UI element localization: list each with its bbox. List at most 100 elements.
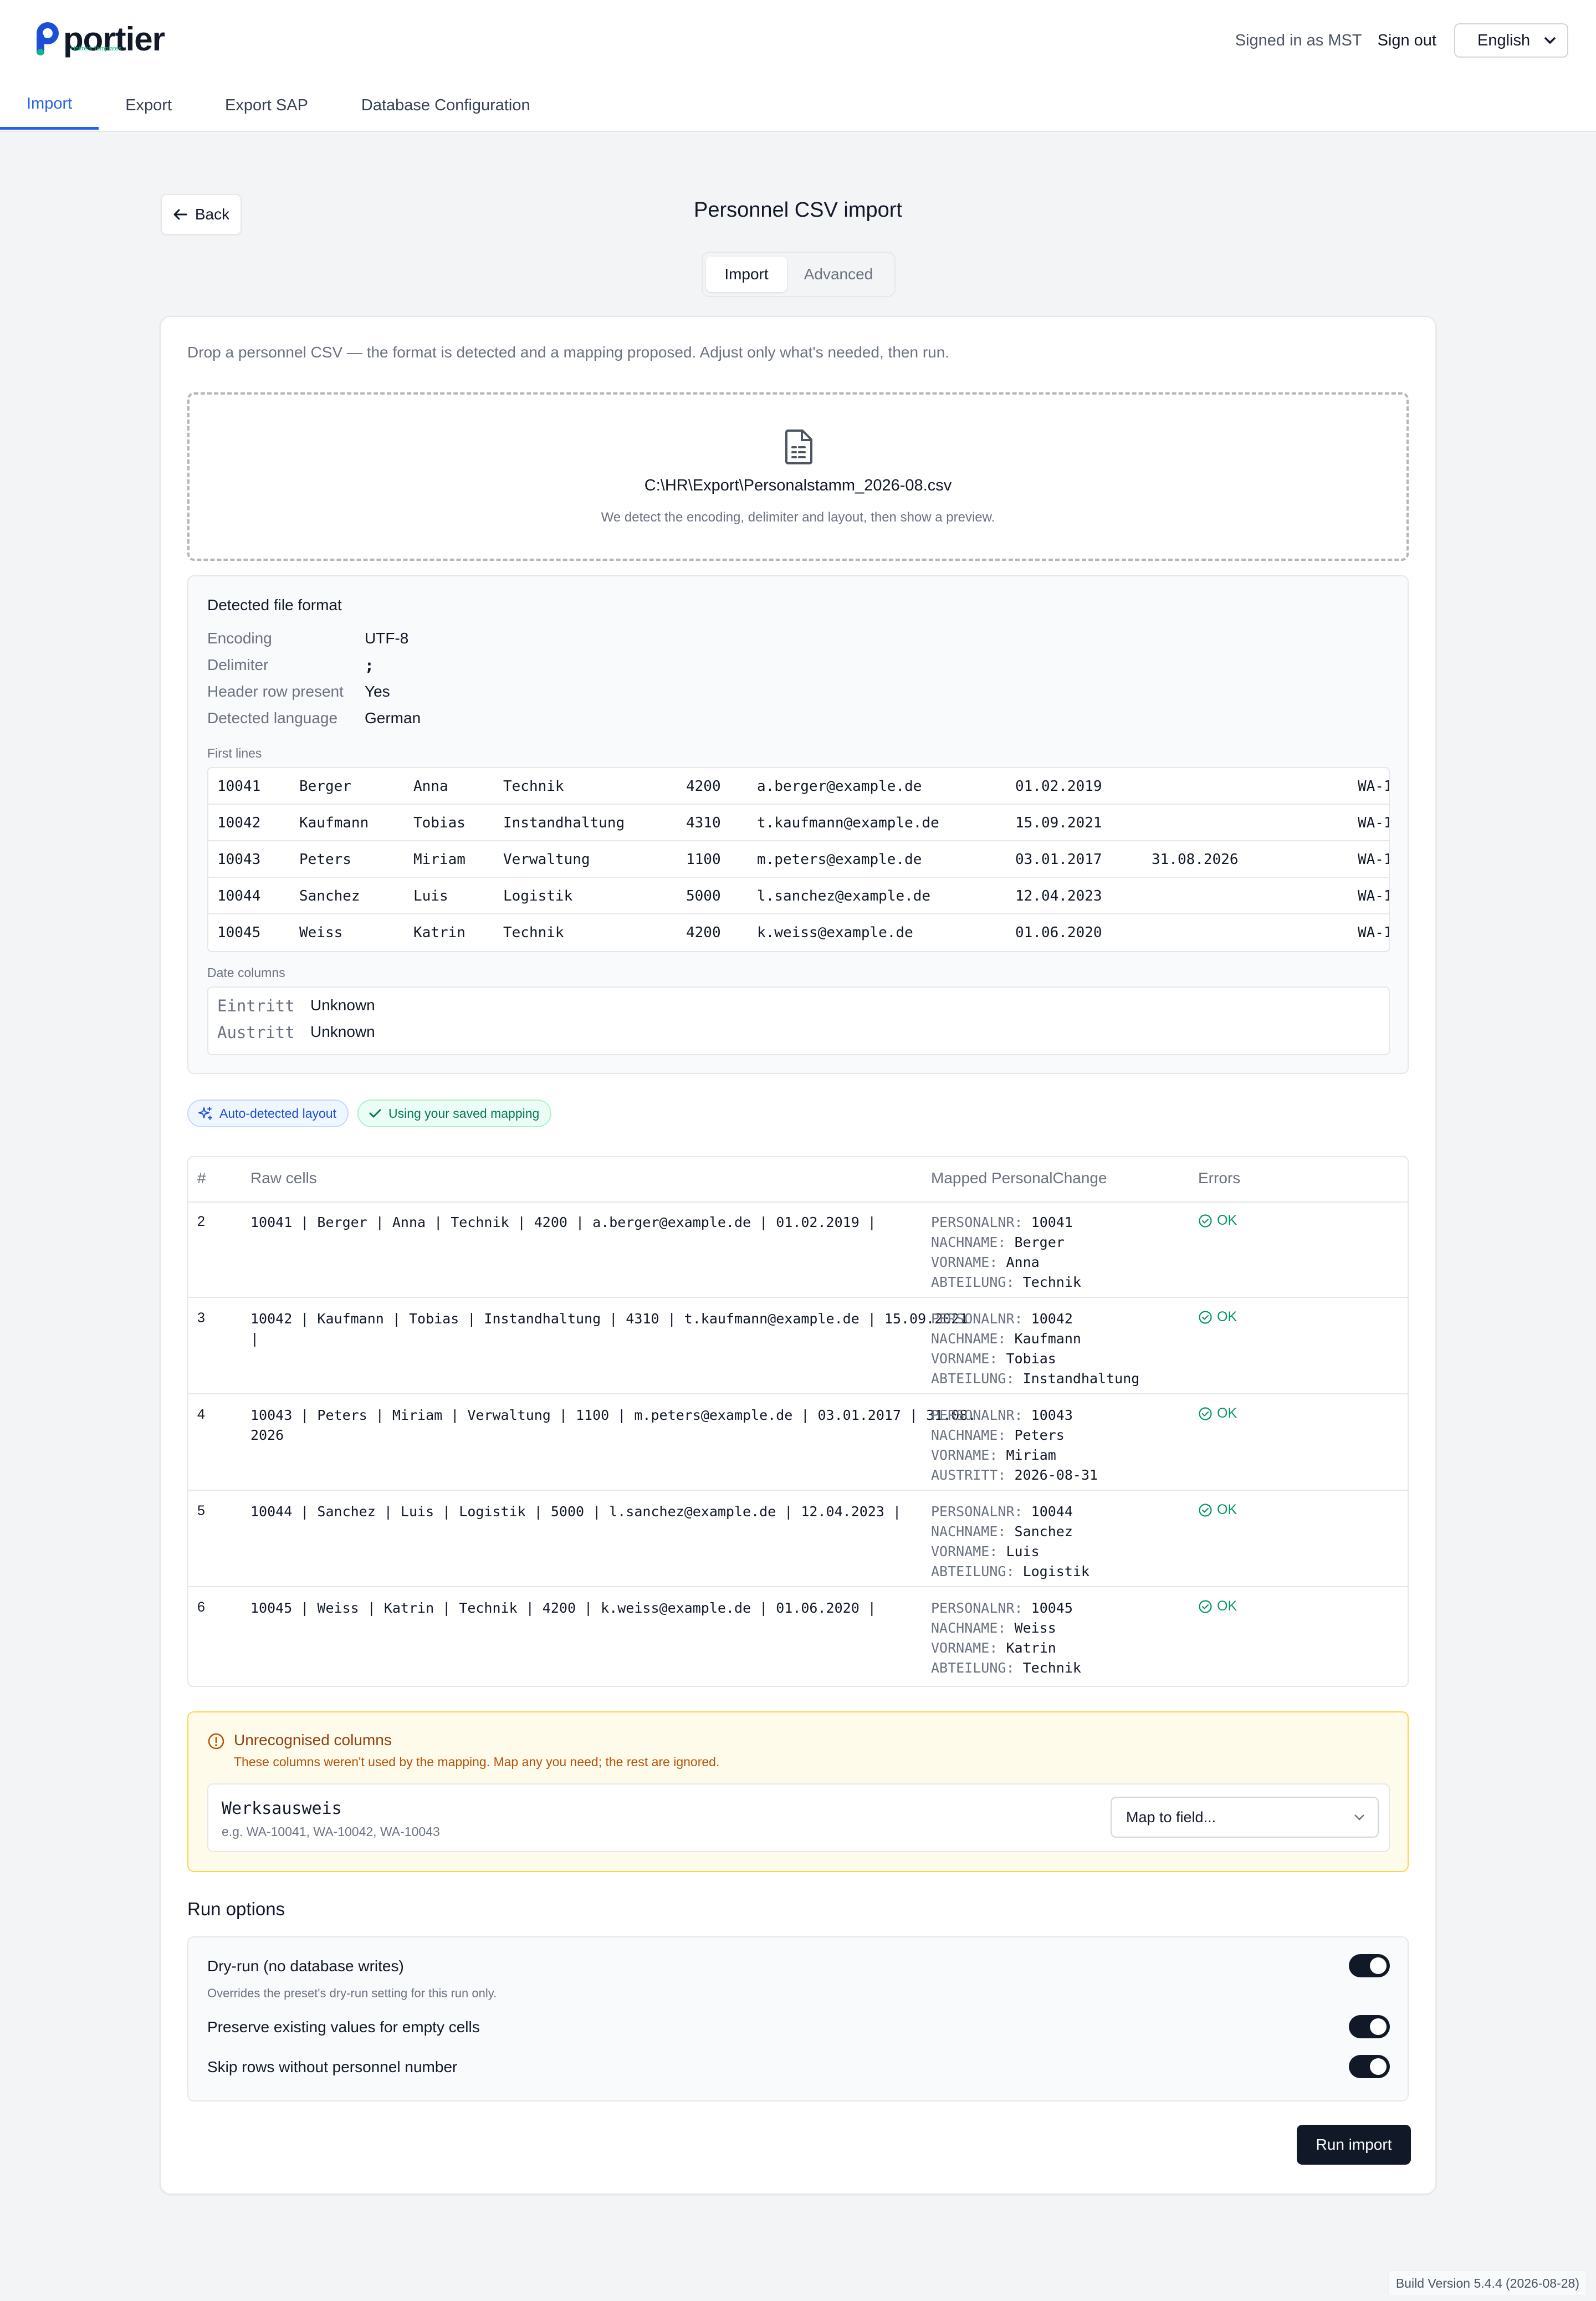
unrecognised-column-item: Werksausweis e.g. WA-10041, WA-10042, WA… bbox=[207, 1783, 1390, 1852]
column-header-raw-cells: Raw cells bbox=[250, 1169, 317, 1187]
mapped-field-value: 10045 bbox=[1031, 1600, 1073, 1616]
portier-logo-mark bbox=[37, 22, 59, 55]
first-line-cell: 01.06.2020 bbox=[1015, 924, 1102, 941]
unrecognised-column-name: Werksausweis bbox=[222, 1799, 342, 1818]
mapping-badges: Auto-detected layout Using your saved ma… bbox=[187, 1100, 560, 1127]
mapped-field-value: Berger bbox=[1014, 1234, 1065, 1250]
mapped-field: PERSONALNR: 10045 bbox=[931, 1598, 1081, 1618]
mapped-field-key: VORNAME: bbox=[931, 1543, 998, 1559]
first-line-cell: Peters bbox=[299, 851, 351, 868]
build-version: Build Version 5.4.4 (2026-08-28) bbox=[1388, 2270, 1587, 2297]
run-options-title: Run options bbox=[187, 1899, 285, 1919]
row-status: OK bbox=[1198, 1309, 1237, 1325]
raw-cells: 10043 | Peters | Miriam | Verwaltung | 1… bbox=[250, 1407, 976, 1443]
detected-format-title: Detected file format bbox=[207, 596, 342, 613]
raw-cells: 10045 | Weiss | Katrin | Technik | 4200 … bbox=[250, 1600, 876, 1616]
row-number: 3 bbox=[197, 1310, 205, 1326]
mapped-field-key: PERSONALNR: bbox=[931, 1407, 1023, 1423]
mapped-field-key: PERSONALNR: bbox=[931, 1214, 1023, 1230]
mapped-field: VORNAME: Miriam bbox=[931, 1445, 1098, 1465]
first-line-cell: 31.08.2026 bbox=[1152, 851, 1239, 868]
drop-zone-hint: We detect the encoding, delimiter and la… bbox=[601, 510, 995, 525]
unrecognised-columns-title: Unrecognised columns bbox=[234, 1731, 392, 1748]
nav-tab-export-sap[interactable]: Export SAP bbox=[198, 81, 335, 130]
mapped-field-value: Instandhaltung bbox=[1022, 1371, 1140, 1387]
language-select-value: English bbox=[1477, 31, 1531, 49]
nav-tab-export[interactable]: Export bbox=[99, 81, 198, 130]
mapped-field: NACHNAME: Weiss bbox=[931, 1618, 1081, 1638]
sign-out-button[interactable]: Sign out bbox=[1378, 32, 1436, 50]
first-line-cell: Miriam bbox=[413, 851, 466, 868]
app-header: portier Unitrela Templates Signed in as … bbox=[0, 0, 1596, 132]
first-line-row: 10041 Berger Anna Technik 4200 a.berger@examp… bbox=[208, 768, 1389, 805]
check-circle-icon bbox=[1199, 1503, 1212, 1517]
first-line-cell: Verwaltung bbox=[503, 851, 590, 868]
tab-advanced[interactable]: Advanced bbox=[787, 257, 890, 292]
row-number: 2 bbox=[197, 1214, 205, 1229]
first-line-cell: 10043 bbox=[217, 851, 261, 868]
nav-tab-database-configuration[interactable]: Database Configuration bbox=[335, 81, 557, 130]
first-line-cell: Berger bbox=[299, 778, 351, 795]
row-status: OK bbox=[1198, 1213, 1237, 1229]
signed-in-label: Signed in as MST bbox=[1235, 31, 1362, 49]
dry-run-toggle[interactable] bbox=[1349, 1954, 1390, 1977]
mapped-field-value: Anna bbox=[1006, 1254, 1040, 1270]
date-column-name: Austritt bbox=[217, 1023, 295, 1042]
table-row: 4 10043 | Peters | Miriam | Verwaltung | … bbox=[188, 1394, 1408, 1491]
raw-cells: 10041 | Berger | Anna | Technik | 4200 |… bbox=[250, 1214, 876, 1230]
first-line-cell: 10044 bbox=[217, 888, 261, 904]
mapped-field: ABTEILUNG: Instandhaltung bbox=[931, 1369, 1139, 1389]
language-select[interactable]: English bbox=[1454, 23, 1568, 58]
mapped-field-key: VORNAME: bbox=[931, 1351, 998, 1367]
raw-cells: 10042 | Kaufmann | Tobias | Instandhaltu… bbox=[250, 1311, 968, 1347]
mapped-field-key: VORNAME: bbox=[931, 1254, 998, 1270]
format-key: Delimiter bbox=[207, 656, 269, 673]
run-import-button[interactable]: Run import bbox=[1297, 2125, 1411, 2165]
mapped-field: PERSONALNR: 10041 bbox=[931, 1213, 1081, 1233]
mode-tabs: Import Advanced bbox=[702, 252, 896, 297]
check-icon bbox=[369, 1109, 381, 1118]
first-line-row: 10043 Peters Miriam Verwaltung 1100 m.peters@… bbox=[208, 841, 1389, 878]
mapped-field-key: NACHNAME: bbox=[931, 1523, 1006, 1540]
portier-logo[interactable]: portier bbox=[34, 20, 165, 59]
preserve-empty-toggle[interactable] bbox=[1349, 2015, 1390, 2038]
chevron-down-icon bbox=[1354, 1814, 1364, 1821]
first-line-cell: Technik bbox=[503, 924, 564, 941]
main-nav: Import Export Export SAP Database Config… bbox=[0, 81, 557, 131]
mapped-field: PERSONALNR: 10044 bbox=[931, 1502, 1089, 1522]
row-status-label: OK bbox=[1217, 1309, 1237, 1325]
first-line-cell: 4310 bbox=[686, 815, 721, 831]
date-column-name: Eintritt bbox=[217, 996, 295, 1015]
mapped-field: NACHNAME: Kaufmann bbox=[931, 1329, 1139, 1349]
first-line-cell: WA-10042 bbox=[1358, 815, 1390, 831]
row-status: OK bbox=[1198, 1502, 1237, 1518]
mapped-field-value: 2026-08-31 bbox=[1014, 1467, 1098, 1483]
first-line-row: 10045 Weiss Katrin Technik 4200 k.weiss@examp… bbox=[208, 914, 1389, 951]
format-value: Yes bbox=[365, 683, 390, 700]
table-row: 2 10041 | Berger | Anna | Technik | 4200 … bbox=[188, 1201, 1408, 1298]
nav-tab-import[interactable]: Import bbox=[0, 81, 99, 130]
first-line-cell: t.kaufmann@example.de bbox=[757, 815, 939, 831]
alert-circle-icon bbox=[208, 1733, 224, 1750]
format-delimiter-row: Delimiter ; bbox=[207, 656, 374, 674]
first-line-cell: a.berger@example.de bbox=[757, 778, 922, 795]
mapped-field-key: ABTEILUNG: bbox=[931, 1371, 1015, 1387]
unrecognised-column-example: e.g. WA-10041, WA-10042, WA-10043 bbox=[222, 1824, 440, 1839]
first-line-cell: 1100 bbox=[686, 851, 721, 868]
table-row: 3 10042 | Kaufmann | Tobias | Instandhalt… bbox=[188, 1298, 1408, 1394]
skip-rows-toggle[interactable] bbox=[1349, 2055, 1390, 2078]
saved-mapping-badge-label: Using your saved mapping bbox=[388, 1106, 540, 1121]
mapped-field-value: Sanchez bbox=[1014, 1523, 1073, 1540]
first-line-cell: WA-10045 bbox=[1358, 924, 1390, 941]
check-circle-icon bbox=[1199, 1310, 1212, 1324]
table-row: 6 10045 | Weiss | Katrin | Technik | 4200… bbox=[188, 1587, 1408, 1684]
format-key: Encoding bbox=[207, 630, 272, 647]
mapped-field-key: NACHNAME: bbox=[931, 1620, 1006, 1636]
auto-detected-badge: Auto-detected layout bbox=[187, 1100, 349, 1127]
first-line-cell: WA-10043 bbox=[1358, 851, 1390, 868]
tab-import[interactable]: Import bbox=[706, 257, 787, 292]
mapped-fields: PERSONALNR: 10041 NACHNAME: Berger VORNAME… bbox=[931, 1213, 1081, 1292]
map-to-field-select[interactable]: Map to field... bbox=[1111, 1797, 1379, 1838]
file-drop-zone[interactable]: C:\HR\Export\Personalstamm_2026-08.csv W… bbox=[187, 392, 1409, 561]
auto-detected-badge-label: Auto-detected layout bbox=[219, 1106, 336, 1121]
